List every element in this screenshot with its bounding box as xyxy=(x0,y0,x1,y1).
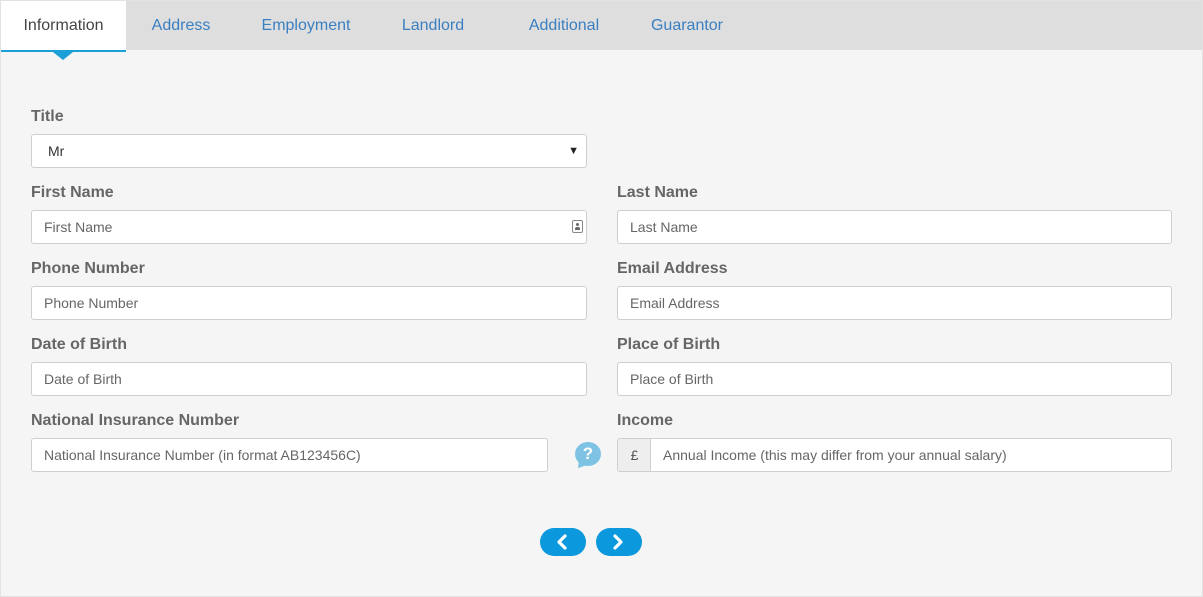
tab-guarantor[interactable]: Guarantor xyxy=(641,1,733,50)
dropdown-arrow-icon: ▼ xyxy=(568,145,579,157)
active-tab-indicator xyxy=(53,52,73,60)
chevron-left-icon xyxy=(557,534,567,550)
phone-label: Phone Number xyxy=(31,260,145,277)
tab-bar: Information Address Employment Landlord … xyxy=(1,1,1202,52)
first-name-input[interactable] xyxy=(31,210,587,244)
contact-card-icon[interactable] xyxy=(572,220,583,233)
tab-address[interactable]: Address xyxy=(141,1,221,50)
chevron-right-icon xyxy=(613,534,623,550)
ni-input[interactable] xyxy=(31,438,548,472)
title-select[interactable]: Mr ▼ xyxy=(31,134,587,168)
title-select-value: Mr xyxy=(48,143,65,159)
first-name-label: First Name xyxy=(31,184,114,201)
pob-input[interactable] xyxy=(617,362,1172,396)
tab-landlord[interactable]: Landlord xyxy=(393,1,473,50)
tab-employment[interactable]: Employment xyxy=(251,1,361,50)
last-name-label: Last Name xyxy=(617,184,698,201)
pob-label: Place of Birth xyxy=(617,336,721,353)
title-label: Title xyxy=(31,108,64,125)
last-name-input[interactable] xyxy=(617,210,1172,244)
ni-label: National Insurance Number xyxy=(31,412,240,429)
income-input[interactable] xyxy=(650,438,1172,472)
phone-input[interactable] xyxy=(31,286,587,320)
tab-additional[interactable]: Additional xyxy=(519,1,609,50)
dob-input[interactable] xyxy=(31,362,587,396)
previous-button[interactable] xyxy=(540,528,586,556)
next-button[interactable] xyxy=(596,528,642,556)
income-label: Income xyxy=(617,412,674,429)
help-bubble-icon[interactable]: ? xyxy=(575,442,601,466)
tab-information[interactable]: Information xyxy=(1,1,126,52)
form-panel: Information Address Employment Landlord … xyxy=(0,0,1203,597)
email-label: Email Address xyxy=(617,260,728,277)
email-input[interactable] xyxy=(617,286,1172,320)
currency-addon: £ xyxy=(617,438,651,472)
dob-label: Date of Birth xyxy=(31,336,127,353)
